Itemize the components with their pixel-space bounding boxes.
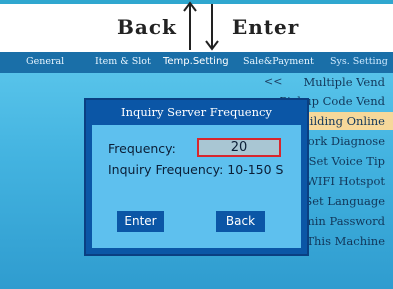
down-arrow-icon[interactable] xyxy=(205,0,219,52)
vending-screen: General Item & Slot Temp.Setting Sale&Pa… xyxy=(0,52,393,289)
dialog-title: Inquiry Server Frequency xyxy=(121,105,272,119)
back-button[interactable]: Back xyxy=(216,211,265,232)
nav-enter-label: Enter xyxy=(232,15,300,39)
inquiry-frequency-dialog: Inquiry Server Frequency Frequency: 20 I… xyxy=(84,98,309,256)
tab-general[interactable]: General xyxy=(26,56,64,67)
hardware-nav: Back Enter xyxy=(0,0,393,52)
tab-bar: General Item & Slot Temp.Setting Sale&Pa… xyxy=(0,52,393,73)
enter-button[interactable]: Enter xyxy=(117,211,164,232)
menu-item-this-machine[interactable]: This Machine xyxy=(306,232,385,250)
menu-item-set-voice-tip[interactable]: Set Voice Tip xyxy=(309,152,385,170)
menu-item-set-language[interactable]: Set Language xyxy=(304,192,385,210)
frequency-range-text: Inquiry Frequency: 10-150 S xyxy=(108,162,284,177)
frequency-input[interactable]: 20 xyxy=(197,138,281,157)
frequency-label: Frequency: xyxy=(108,141,176,156)
menu-back-marker[interactable]: << xyxy=(264,73,282,91)
tab-temp-setting[interactable]: Temp.Setting xyxy=(163,56,229,67)
menu-item-wifi-hotspot[interactable]: WIFI Hotspot xyxy=(306,172,385,190)
tab-sys-setting[interactable]: Sys. Setting xyxy=(330,56,388,67)
tab-item-slot[interactable]: Item & Slot xyxy=(95,56,151,67)
nav-back-label: Back xyxy=(117,15,177,39)
tab-sale-payment[interactable]: Sale&Payment xyxy=(243,56,314,67)
menu-item-multiple-vend[interactable]: Multiple Vend xyxy=(304,73,385,91)
dialog-body: Frequency: 20 Inquiry Frequency: 10-150 … xyxy=(92,125,301,248)
up-arrow-icon[interactable] xyxy=(183,0,197,52)
